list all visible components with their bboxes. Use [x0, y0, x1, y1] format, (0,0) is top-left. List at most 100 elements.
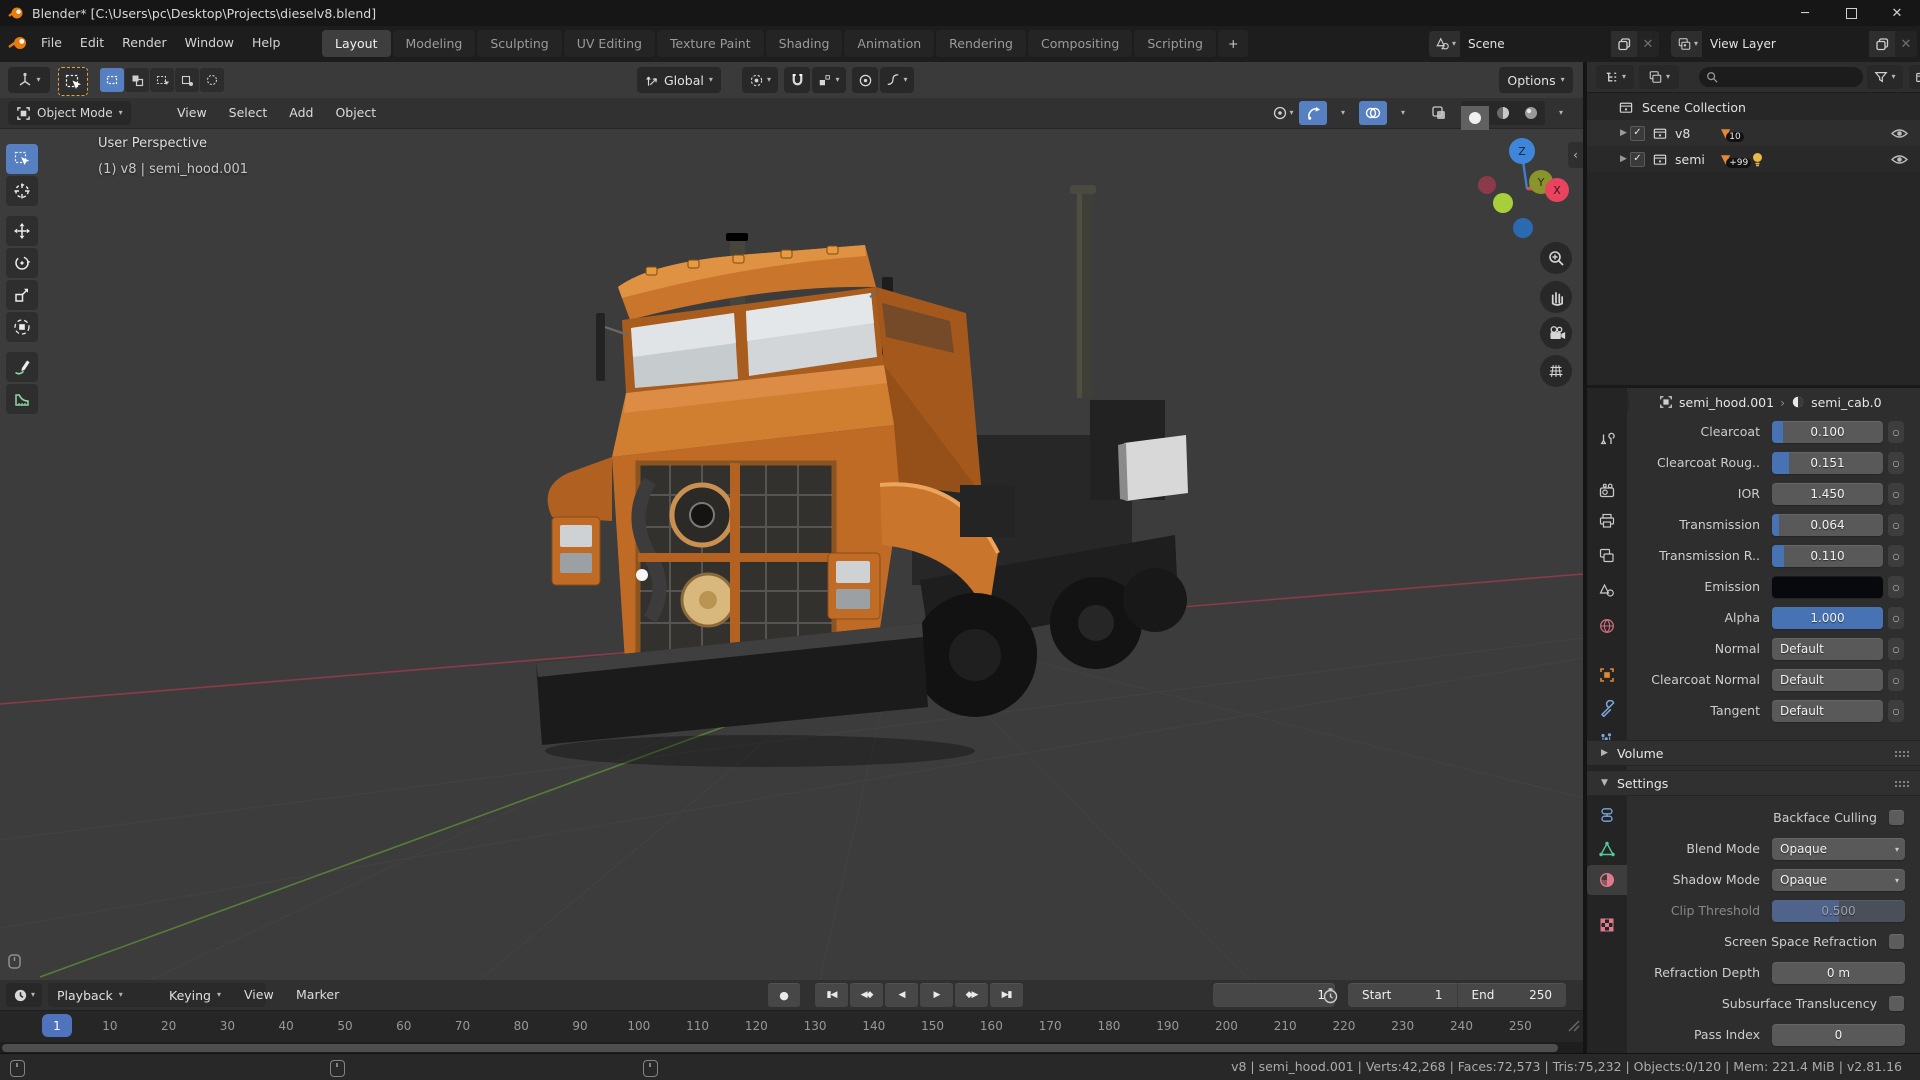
checkbox-Backface Culling[interactable]	[1889, 810, 1904, 825]
tool-cursor[interactable]	[6, 176, 38, 206]
expand-arrow-icon[interactable]: ▶	[1620, 128, 1630, 138]
hide-in-viewport-toggle[interactable]	[1891, 154, 1908, 165]
keyframe-dot-button[interactable]: ○	[1888, 514, 1904, 536]
field-Clearcoat Normal[interactable]: Default	[1772, 669, 1883, 691]
properties-tab-view-layer[interactable]	[1587, 541, 1627, 571]
overlays-dropdown[interactable]: ▾	[1389, 101, 1417, 125]
panel-volume[interactable]: ▶Volume	[1587, 740, 1920, 766]
timeline-menu-view[interactable]: View	[234, 980, 284, 1010]
transform-orientation-dropdown[interactable]: Global▾	[637, 67, 721, 93]
unlink-scene-button[interactable]: ✕	[1637, 31, 1659, 57]
menu-edit[interactable]: Edit	[71, 26, 113, 60]
gizmo-dropdown[interactable]: ▾	[1329, 101, 1357, 125]
keyframe-dot-button[interactable]: ○	[1888, 545, 1904, 567]
orthographic-grid-button[interactable]	[1540, 355, 1572, 387]
view-layer-name-field[interactable]: View Layer	[1702, 31, 1869, 57]
menu-help[interactable]: Help	[243, 26, 290, 60]
truck-model[interactable]	[530, 185, 1190, 795]
editor-type-properties-button[interactable]: ▾	[1627, 391, 1629, 413]
properties-tab-modifiers[interactable]	[1587, 694, 1627, 724]
properties-tab-render[interactable]	[1587, 476, 1627, 506]
snap-target-dropdown[interactable]: ▾	[812, 67, 846, 93]
breadcrumb-object[interactable]: semi_hood.001	[1679, 395, 1774, 410]
field-Clip Threshold[interactable]: 0.500	[1772, 900, 1905, 922]
viewport-menu-select[interactable]: Select	[218, 98, 279, 128]
end-frame-field[interactable]: End250	[1458, 983, 1567, 1007]
new-collection-button[interactable]	[1909, 65, 1920, 89]
view-layer-icon[interactable]: ▾	[1671, 31, 1702, 57]
mode-dropdown[interactable]: Object Mode▾	[8, 101, 131, 125]
properties-tab-scene[interactable]	[1587, 576, 1627, 606]
field-IOR[interactable]: 1.450	[1772, 483, 1883, 505]
properties-tab-output[interactable]	[1587, 506, 1627, 536]
field-Pass Index[interactable]: 0	[1772, 1024, 1905, 1046]
axis-negative-z[interactable]	[1513, 218, 1533, 238]
scene-icon[interactable]: ▾	[1429, 31, 1460, 57]
workspace-tab-scripting[interactable]: Scripting	[1134, 30, 1216, 57]
pan-hand-button[interactable]	[1540, 281, 1572, 313]
breadcrumb-material[interactable]: semi_cab.0	[1811, 395, 1882, 410]
editor-corner-icon[interactable]	[8, 954, 22, 970]
field-Transmission[interactable]: 0.064	[1772, 514, 1883, 536]
new-scene-button[interactable]	[1611, 31, 1637, 57]
drag-handle-icon[interactable]	[1894, 780, 1910, 788]
options-dropdown[interactable]: Options▾	[1499, 67, 1573, 93]
color-field-Emission[interactable]	[1772, 576, 1883, 598]
outliner-search-input[interactable]	[1699, 67, 1863, 87]
field-Normal[interactable]: Default	[1772, 638, 1883, 660]
workspace-tab-uv-editing[interactable]: UV Editing	[564, 30, 655, 57]
current-frame-field[interactable]: 1	[1213, 983, 1335, 1007]
keyframe-dot-button[interactable]: ○	[1888, 452, 1904, 474]
field-Alpha[interactable]: 1.000	[1772, 607, 1883, 629]
show-gizmo-toggle[interactable]	[1299, 101, 1327, 125]
field-Clearcoat[interactable]: 0.100	[1772, 421, 1883, 443]
workspace-tab-texture-paint[interactable]: Texture Paint	[657, 30, 764, 57]
blender-menu-button[interactable]	[8, 35, 28, 52]
select-mode-2[interactable]	[150, 68, 174, 92]
outliner-row-semi[interactable]: ▶ ✓ semi ▼+99	[1587, 146, 1920, 172]
collection-checkbox[interactable]: ✓	[1630, 152, 1645, 167]
filter-dropdown[interactable]: ▾	[1867, 65, 1903, 89]
menu-render[interactable]: Render	[113, 26, 176, 60]
select-mode-1[interactable]	[125, 68, 149, 92]
field-Clearcoat Roug..[interactable]: 0.151	[1772, 452, 1883, 474]
play-button[interactable]: ▶	[920, 983, 953, 1007]
maximize-button[interactable]	[1828, 0, 1874, 26]
collection-checkbox[interactable]: ✓	[1630, 126, 1645, 141]
field-Transmission R..[interactable]: 0.110	[1772, 545, 1883, 567]
next-keyframe-button[interactable]: ◆▶	[955, 983, 988, 1007]
axis-negative-y[interactable]	[1493, 193, 1513, 213]
keyframe-dot-button[interactable]: ○	[1888, 607, 1904, 629]
field-Tangent[interactable]: Default	[1772, 700, 1883, 722]
keyframe-dot-button[interactable]: ○	[1888, 576, 1904, 598]
tool-rotate[interactable]	[6, 248, 38, 278]
add-workspace-button[interactable]: +	[1218, 30, 1248, 57]
camera-view-button[interactable]	[1540, 317, 1572, 349]
tool-annotate[interactable]	[6, 352, 38, 382]
outliner-row-scene-collection[interactable]: Scene Collection	[1587, 94, 1920, 120]
viewport-menu-view[interactable]: View	[166, 98, 218, 128]
previous-keyframe-button[interactable]: ◀◆	[850, 983, 883, 1007]
xray-toggle[interactable]	[1425, 101, 1453, 125]
new-view-layer-button[interactable]	[1869, 31, 1895, 57]
outliner-display-mode-dropdown[interactable]: ▾	[1639, 65, 1679, 89]
properties-tab-object[interactable]	[1587, 660, 1627, 690]
viewport-menu-add[interactable]: Add	[278, 98, 324, 128]
workspace-tab-layout[interactable]: Layout	[322, 30, 391, 57]
field-Refraction Depth[interactable]: 0 m	[1772, 962, 1905, 984]
panel-settings[interactable]: ▼Settings	[1587, 770, 1920, 796]
checkbox-Subsurface Translucency[interactable]	[1889, 996, 1904, 1011]
select-mode-4[interactable]	[200, 68, 224, 92]
editor-type-3d-viewport-button[interactable]: ▾	[8, 67, 50, 93]
keyframe-dot-button[interactable]: ○	[1888, 421, 1904, 443]
workspace-tab-animation[interactable]: Animation	[844, 30, 934, 57]
resize-corner-icon[interactable]	[1566, 1018, 1580, 1032]
jump-to-start-button[interactable]: ▮◀	[815, 983, 848, 1007]
keyframe-dot-button[interactable]: ○	[1888, 638, 1904, 660]
workspace-tab-rendering[interactable]: Rendering	[936, 30, 1026, 57]
close-button[interactable]: ✕	[1874, 0, 1920, 26]
timeline-scrollbar-handle[interactable]	[2, 1044, 1558, 1052]
keyframe-dot-button[interactable]: ○	[1888, 700, 1904, 722]
select-mode-0[interactable]	[100, 68, 124, 92]
tool-scale[interactable]	[6, 280, 38, 310]
